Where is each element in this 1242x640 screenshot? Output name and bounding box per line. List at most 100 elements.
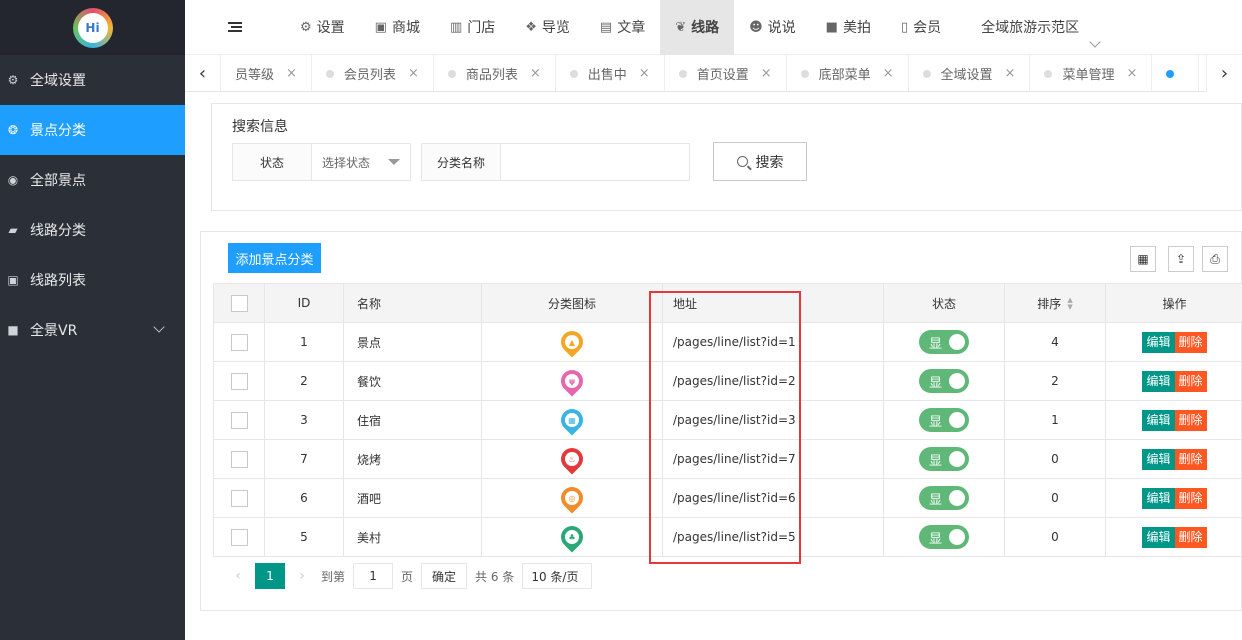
row-checkbox[interactable] <box>230 333 248 351</box>
edit-button[interactable]: 编辑 <box>1142 487 1175 509</box>
tab-menu-management[interactable]: 菜单管理 × <box>1030 55 1153 91</box>
close-icon[interactable]: × <box>1005 66 1016 81</box>
edit-button[interactable]: 编辑 <box>1142 526 1175 548</box>
row-checkbox[interactable] <box>230 372 248 390</box>
nav-item-store[interactable]: ▥ 门店 <box>435 0 510 55</box>
column-header-id[interactable]: ID <box>264 283 344 323</box>
close-icon[interactable]: × <box>408 66 419 81</box>
close-icon[interactable]: × <box>286 66 297 81</box>
tab-on-sale[interactable]: 出售中 × <box>556 55 665 91</box>
tab-scroll-left-button[interactable]: ‹ <box>185 55 221 92</box>
columns-filter-button[interactable]: ▦ <box>1130 246 1156 272</box>
top-nav: ⚙ 设置 ▣ 商城 ▥ 门店 ❖ 导览 ▤ 文章 ❦ 线路 ☻ 说说 ■ 美拍 ▯ 会员 全域旅游… <box>185 0 1242 55</box>
tab-current[interactable] <box>1152 55 1200 91</box>
row-checkbox[interactable] <box>230 411 248 429</box>
edit-button[interactable]: 编辑 <box>1142 331 1175 353</box>
nav-item-route[interactable]: ❦ 线路 <box>660 0 735 55</box>
column-header-name[interactable]: 名称 <box>343 283 482 323</box>
cc-icon: ▣ <box>7 273 19 287</box>
sidebar-item-all-spots[interactable]: ◉ 全部景点 <box>0 155 185 205</box>
goto-page-input[interactable]: 1 <box>353 563 394 589</box>
print-button[interactable]: ⎙ <box>1202 246 1228 272</box>
add-spot-category-button[interactable]: 添加景点分类 <box>228 243 321 273</box>
chevron-down-icon[interactable] <box>153 321 165 333</box>
tab-member-list[interactable]: 会员列表 × <box>312 55 434 91</box>
logo-mark: Hi <box>77 12 108 43</box>
column-header-sort[interactable]: 排序 ▲ ▼ <box>1004 283 1106 323</box>
close-icon[interactable]: × <box>530 66 541 81</box>
tab-global-settings[interactable]: 全域设置 × <box>909 55 1031 91</box>
close-icon[interactable]: × <box>883 66 894 81</box>
edit-button[interactable]: 编辑 <box>1142 409 1175 431</box>
category-name-input[interactable] <box>500 143 690 181</box>
cell-status: 显 <box>883 322 1005 362</box>
sidebar-item-spot-category[interactable]: ❂ 景点分类 <box>0 105 185 155</box>
edit-button[interactable]: 编辑 <box>1142 370 1175 392</box>
sidebar-item-global-settings[interactable]: ⚙ 全域设置 <box>0 55 185 105</box>
tab-label: 底部菜单 <box>818 68 871 83</box>
nav-item-article[interactable]: ▤ 文章 <box>585 0 660 55</box>
nav-item-label: 会员 <box>913 20 942 36</box>
cell-status: 显 <box>883 439 1005 479</box>
current-page[interactable]: 1 <box>255 563 285 589</box>
confirm-page-button[interactable]: 确定 <box>421 563 468 589</box>
prev-page-button[interactable]: ‹ <box>227 568 249 584</box>
delete-button[interactable]: 删除 <box>1174 409 1207 431</box>
cell-id: 5 <box>264 517 344 557</box>
nav-item-talk[interactable]: ☻ 说说 <box>734 0 811 55</box>
delete-button[interactable]: 删除 <box>1174 487 1207 509</box>
delete-button[interactable]: 删除 <box>1174 370 1207 392</box>
status-toggle[interactable]: 显 <box>919 408 969 432</box>
page-size-select[interactable]: 10 条/页 <box>522 563 593 589</box>
status-toggle-label: 显 <box>929 531 943 547</box>
status-select[interactable]: 选择状态 <box>311 143 411 181</box>
close-icon[interactable]: × <box>761 66 772 81</box>
tab-product-list[interactable]: 商品列表 × <box>434 55 556 91</box>
tab-list: 员等级 × 会员列表 × 商品列表 × 出售中 × 首页设置 × 底部菜单 × 全域设置 × … <box>221 55 1242 91</box>
nav-item-settings[interactable]: ⚙ 设置 <box>285 0 360 55</box>
delete-button[interactable]: 删除 <box>1174 331 1207 353</box>
nav-item-guide[interactable]: ❖ 导览 <box>510 0 585 55</box>
status-toggle[interactable]: 显 <box>919 369 969 393</box>
column-header-icon[interactable]: 分类图标 <box>481 283 663 323</box>
sidebar-item-label: 线路列表 <box>30 273 86 289</box>
column-header-status[interactable]: 状态 <box>883 283 1005 323</box>
row-checkbox[interactable] <box>230 528 248 546</box>
menu-toggle-button[interactable] <box>185 0 285 55</box>
search-button[interactable]: 搜索 <box>713 142 807 181</box>
pin-glyph: ψ <box>565 374 579 388</box>
tab-scroll-right-button[interactable]: › <box>1206 55 1242 92</box>
export-button[interactable]: ⇪ <box>1168 246 1194 272</box>
export-icon: ⇪ <box>1175 252 1187 266</box>
nav-item-member[interactable]: ▯ 会员 <box>886 0 956 55</box>
nav-item-label: 文章 <box>617 20 646 36</box>
nav-item-mall[interactable]: ▣ 商城 <box>360 0 435 55</box>
status-toggle[interactable]: 显 <box>919 330 969 354</box>
close-icon[interactable]: × <box>639 66 650 81</box>
pin-glyph: ▦ <box>565 413 579 427</box>
delete-button[interactable]: 删除 <box>1174 526 1207 548</box>
delete-button[interactable]: 删除 <box>1174 448 1207 470</box>
tab-bottom-menu[interactable]: 底部菜单 × <box>787 55 909 91</box>
status-toggle[interactable]: 显 <box>919 525 969 549</box>
goto-label: 到第 <box>321 569 346 584</box>
select-all-checkbox[interactable] <box>230 294 248 312</box>
row-checkbox[interactable] <box>230 450 248 468</box>
status-toggle[interactable]: 显 <box>919 447 969 471</box>
next-page-button[interactable]: › <box>291 568 313 584</box>
close-icon[interactable]: × <box>1126 66 1137 81</box>
nav-item-photo[interactable]: ■ 美拍 <box>811 0 886 55</box>
row-checkbox-cell <box>213 361 265 401</box>
tab-home-settings[interactable]: 首页设置 × <box>665 55 787 91</box>
row-checkbox[interactable] <box>230 489 248 507</box>
sidebar-item-route-category[interactable]: ▰ 线路分类 <box>0 205 185 255</box>
status-label: 状态 <box>232 143 312 181</box>
edit-button[interactable]: 编辑 <box>1142 448 1175 470</box>
sidebar-item-route-list[interactable]: ▣ 线路列表 <box>0 255 185 305</box>
status-toggle[interactable]: 显 <box>919 486 969 510</box>
tab-member-level[interactable]: 员等级 × <box>221 55 312 91</box>
site-name-dropdown[interactable]: 全域旅游示范区 <box>956 0 1101 55</box>
sort-icon[interactable]: ▲ ▼ <box>1067 297 1072 311</box>
logo[interactable]: Hi <box>72 7 113 48</box>
sidebar-item-panorama-vr[interactable]: ■ 全景VR <box>0 305 185 355</box>
